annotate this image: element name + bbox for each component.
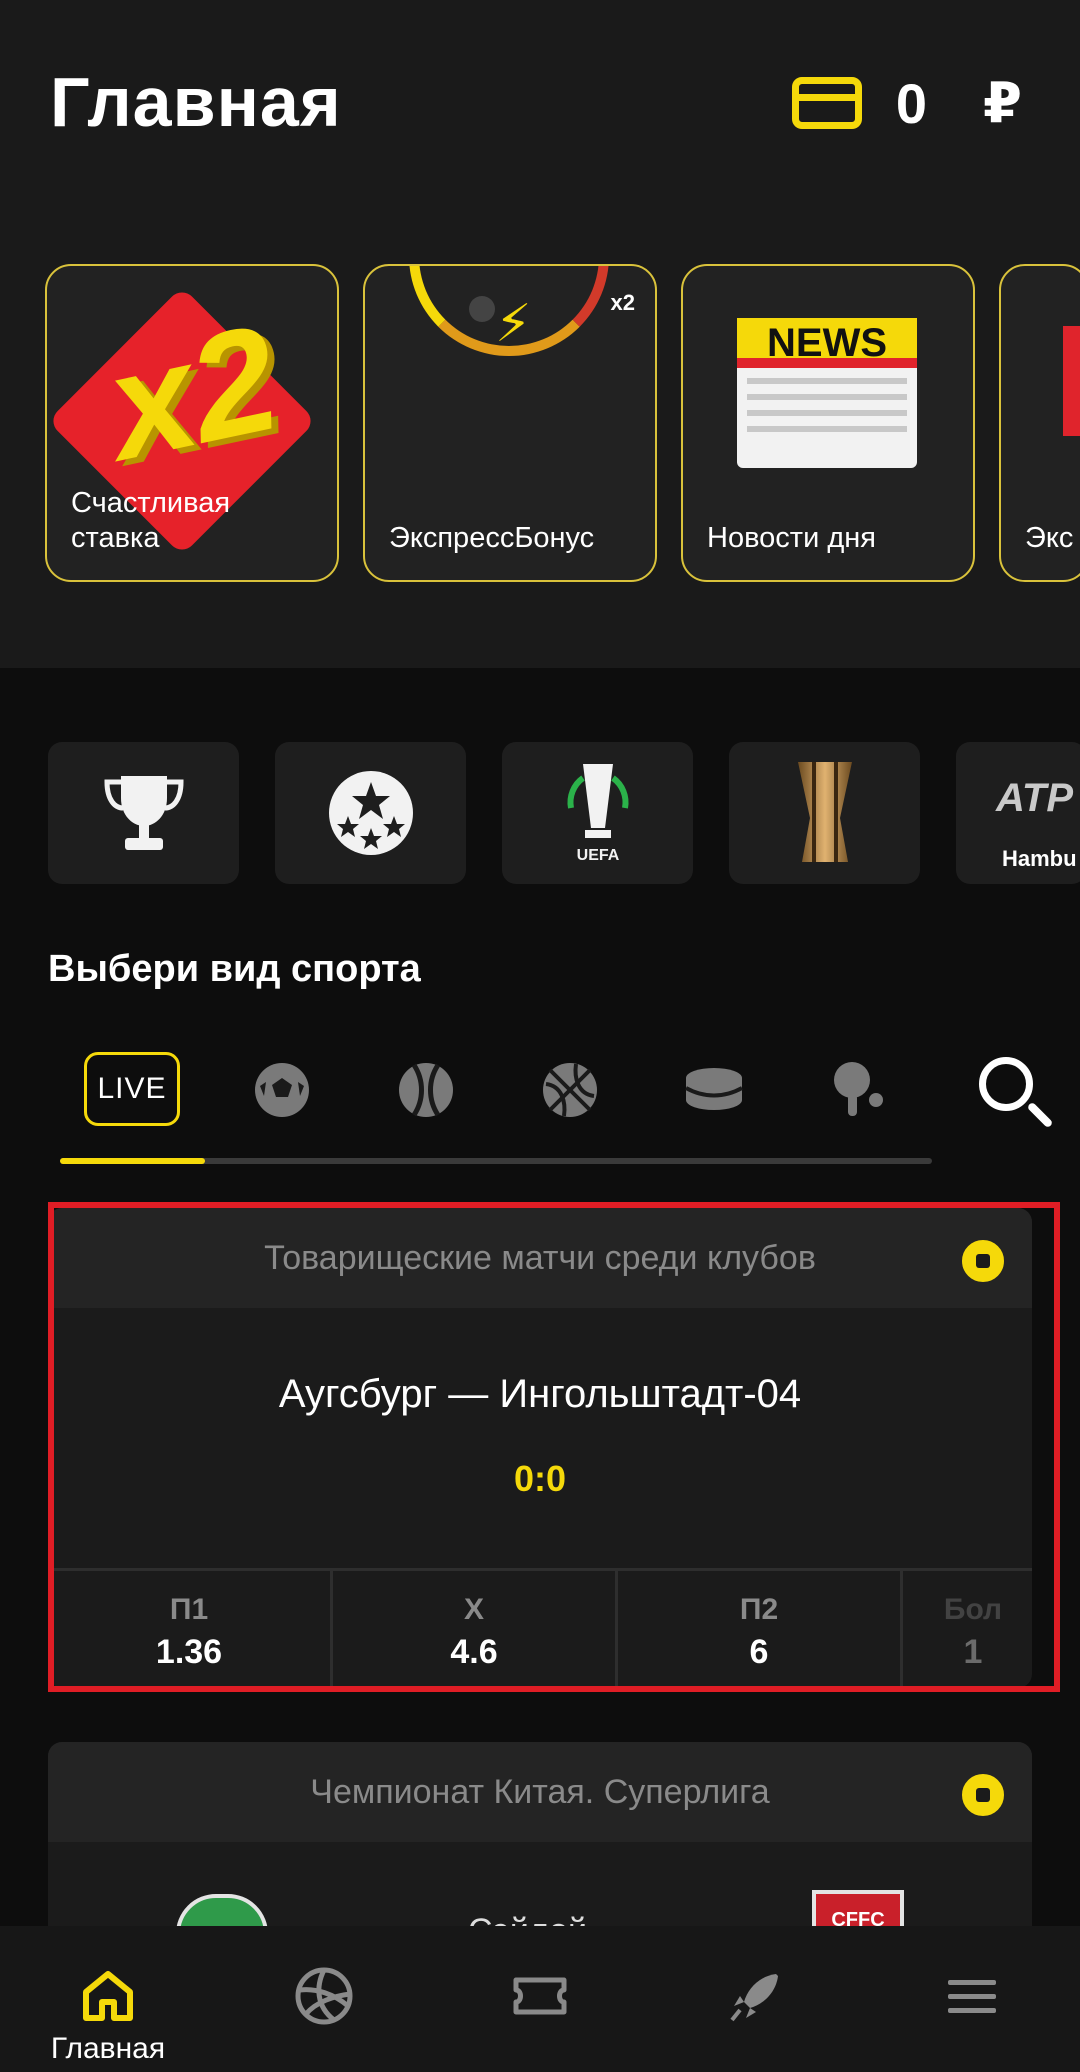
nav-coupon[interactable] [432, 1926, 648, 2072]
tab-football[interactable] [244, 1052, 320, 1128]
promo-card-news[interactable]: NEWS Новости дня [681, 264, 975, 582]
promo-label: Счастливая ставка [71, 487, 231, 554]
promo-label: Экс [1025, 522, 1074, 554]
nav-games[interactable] [648, 1926, 864, 2072]
tab-search[interactable] [974, 1052, 1050, 1128]
lightning-icon: ⚡ [495, 295, 532, 353]
tennis-icon [399, 1063, 453, 1117]
balance-currency: ₽ [983, 71, 1022, 134]
libertadores-trophy-icon [797, 762, 852, 862]
tournament-label: Hambu [1002, 846, 1077, 871]
promo-card-express-bonus[interactable]: ⚡ x2 ЭкспрессБонус [363, 264, 657, 582]
tournament-tile[interactable] [729, 742, 920, 884]
tab-live[interactable]: LIVE [84, 1052, 180, 1126]
tab-hockey[interactable] [676, 1052, 752, 1128]
promo-carousel[interactable]: x2 Счастливая ставка ⚡ x2 ЭкспрессБонус … [45, 264, 1080, 582]
trophy-icon [103, 776, 184, 850]
menu-icon [948, 1980, 996, 2013]
sport-tabs[interactable]: LIVE [60, 1052, 1050, 1128]
match-league-header: Чемпионат Китая. Суперлига [48, 1742, 1032, 1842]
sport-section-title: Выбери вид спорта [48, 948, 421, 990]
promo-card-partial[interactable]: Экс [999, 264, 1080, 582]
atp-logo-icon: ATP [996, 775, 1074, 820]
tab-table-tennis[interactable] [820, 1052, 896, 1128]
x2-art: x2 [93, 292, 292, 492]
tournament-tile[interactable] [275, 742, 466, 884]
nav-sports[interactable] [216, 1926, 432, 2072]
balance-amount: 0 [895, 71, 928, 135]
wallet-icon [791, 77, 862, 129]
champions-league-icon [328, 771, 413, 855]
match-league: Чемпионат Китая. Суперлига [310, 1773, 770, 1811]
promo-icon [1063, 326, 1080, 436]
x2-small-badge: x2 [610, 290, 635, 315]
promo-label: ЭкспрессБонус [389, 522, 595, 554]
basketball-icon [543, 1063, 597, 1117]
conference-league-icon: UEFA [567, 764, 628, 864]
tournament-strip[interactable]: UEFA ATP Hambu [48, 742, 1080, 884]
football-icon [962, 1774, 1004, 1816]
search-icon [979, 1057, 1033, 1111]
match-card[interactable]: Чемпионат Китая. Суперлига Сэйлой CFFC [48, 1742, 1032, 1942]
nav-home[interactable]: Главная [0, 1926, 216, 2072]
tournament-tile[interactable]: ATP Hambu [956, 742, 1080, 884]
ticket-icon [513, 1977, 567, 2015]
hockey-puck-icon [685, 1068, 743, 1110]
home-icon [83, 1971, 133, 2021]
svg-text:UEFA: UEFA [576, 847, 619, 864]
balance-widget[interactable]: 0 ₽ [791, 70, 1022, 136]
tabs-scroll-indicator [60, 1158, 932, 1164]
promo-card-lucky-bet[interactable]: x2 Счастливая ставка [45, 264, 339, 582]
tournament-tile[interactable]: UEFA [502, 742, 693, 884]
newspaper-icon: NEWS [737, 318, 917, 468]
tournament-tile[interactable] [48, 742, 239, 884]
tab-tennis[interactable] [388, 1052, 464, 1128]
rocket-icon [730, 1974, 778, 2022]
nav-label: Главная [50, 2032, 166, 2065]
nav-menu[interactable] [864, 1926, 1080, 2072]
football-icon [255, 1063, 309, 1117]
table-tennis-icon [834, 1062, 883, 1116]
bottom-nav: Главная [0, 1926, 1080, 2072]
volleyball-icon [295, 1967, 353, 2025]
promo-label: Новости дня [707, 522, 876, 554]
page-title: Главная [50, 63, 342, 141]
tab-basketball[interactable] [532, 1052, 608, 1128]
match-card-highlight [48, 1202, 1060, 1692]
gauge-knob [469, 296, 495, 322]
